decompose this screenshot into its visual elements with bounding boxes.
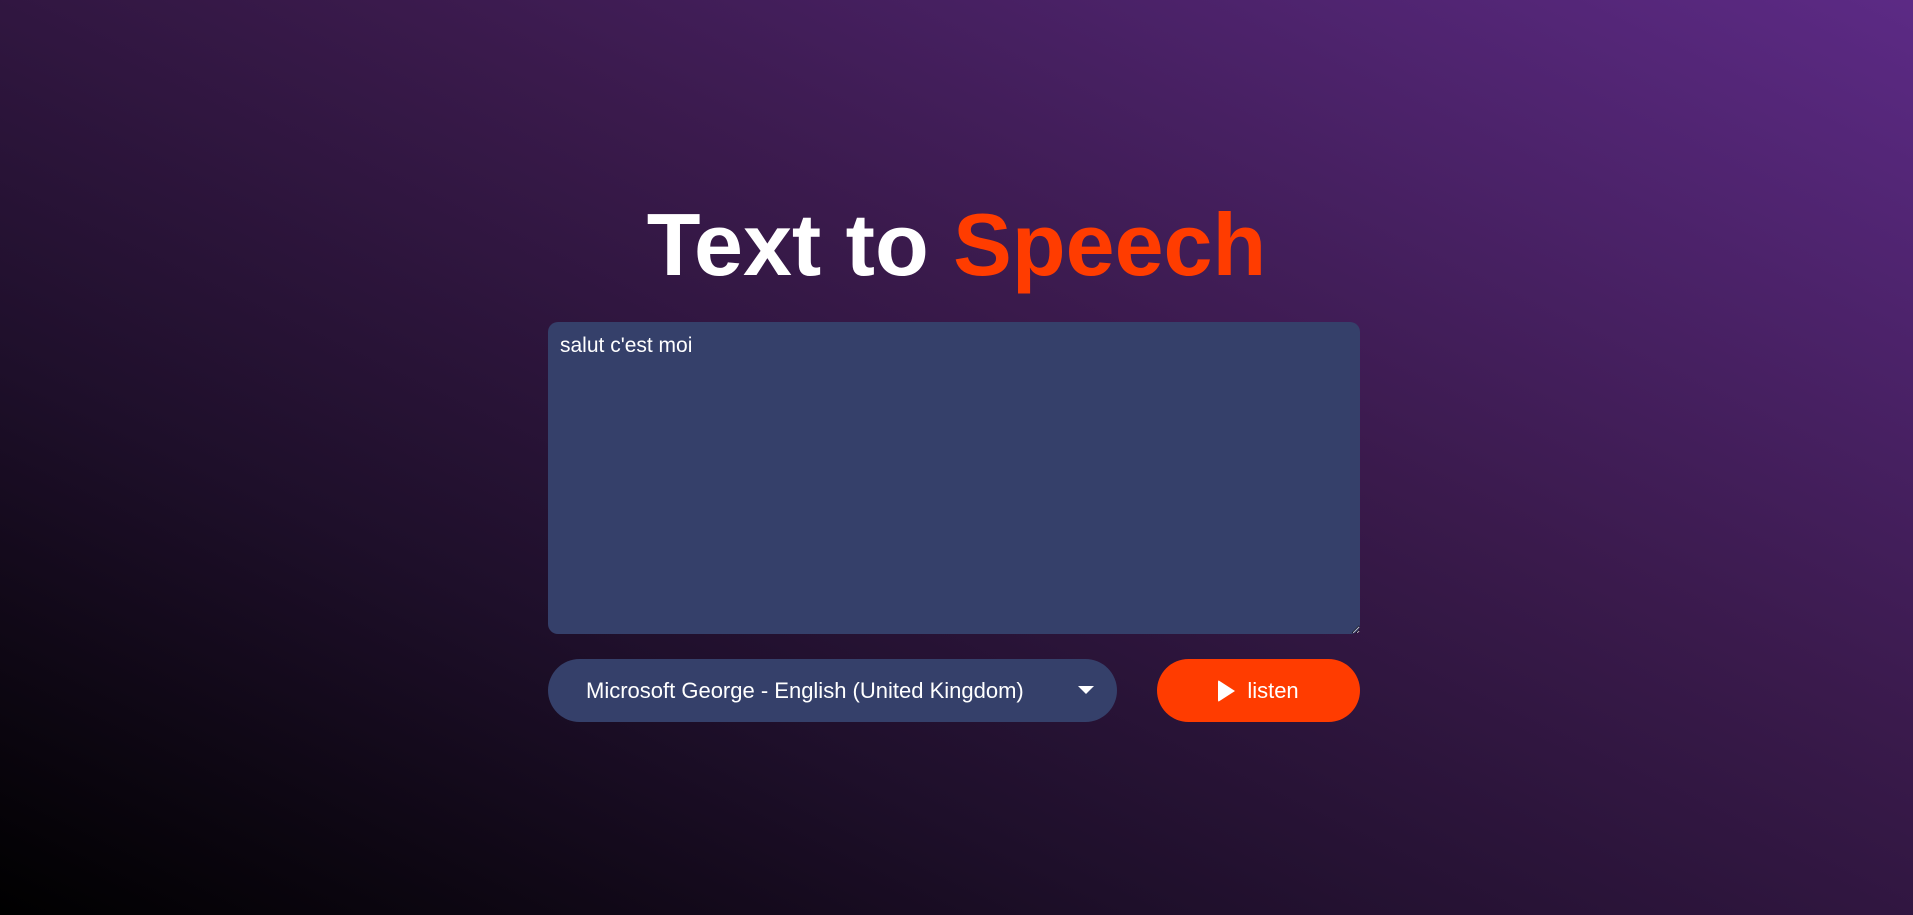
title-accent-text: Speech — [953, 195, 1267, 294]
voice-select[interactable]: Microsoft George - English (United Kingd… — [548, 659, 1117, 722]
voice-select-value: Microsoft George - English (United Kingd… — [586, 677, 1024, 703]
title-text: Text to — [646, 195, 954, 294]
text-input[interactable]: salut c'est moi — [548, 322, 1360, 634]
play-icon — [1218, 679, 1236, 702]
listen-button-label: listen — [1247, 677, 1299, 703]
listen-button[interactable]: listen — [1157, 659, 1360, 722]
page-title: Text to Speech — [0, 195, 1913, 295]
chevron-down-icon — [1078, 686, 1094, 694]
